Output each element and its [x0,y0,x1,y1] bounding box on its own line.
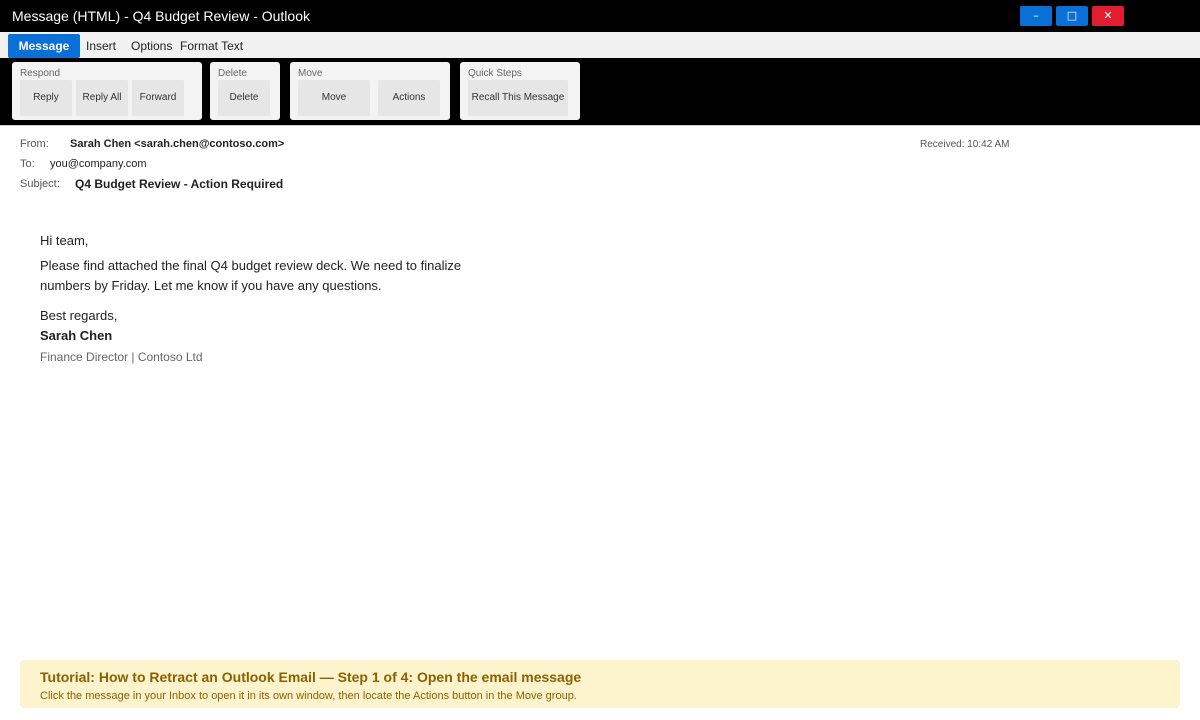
respond-group: Respond Reply Reply All Forward [12,62,202,120]
to-value[interactable]: you@company.com [50,158,147,170]
respond-group-label: Respond [20,68,61,79]
move-group: Move Move Actions [290,62,450,120]
to-label: To: [20,158,35,170]
maximize-button[interactable]: □ [1056,6,1088,26]
from-value[interactable]: Sarah Chen <sarah.chen@contoso.com> [70,138,284,150]
from-label: From: [20,138,49,150]
tutorial-title: Tutorial: How to Retract an Outlook Emai… [40,669,582,685]
quick-steps-group-label: Quick Steps [468,68,522,79]
move-button[interactable]: Move [298,80,370,116]
delete-group-label: Delete [218,68,247,79]
move-group-label: Move [298,68,323,79]
ribbon-divider [0,125,1200,126]
signature-role: Finance Director | Contoso Ltd [40,350,203,364]
signature-name: Sarah Chen [40,328,113,343]
body-line-1: Please find attached the final Q4 budget… [40,258,462,273]
forward-button[interactable]: Forward [132,80,184,116]
subject-value: Q4 Budget Review - Action Required [75,177,284,191]
tab-message[interactable]: Message [8,34,80,58]
reply-button[interactable]: Reply [20,80,72,116]
title-bar: Message (HTML) - Q4 Budget Review - Outl… [0,0,1200,32]
delete-group: Delete Delete [210,62,280,120]
close-button[interactable]: ✕ [1092,6,1124,26]
tutorial-description: Click the message in your Inbox to open … [40,690,577,702]
recall-message-button[interactable]: Recall This Message [468,80,568,116]
greeting: Hi team, [40,233,89,248]
quick-steps-group: Quick Steps Recall This Message [460,62,580,120]
tab-options[interactable]: Options [131,33,172,59]
subject-label: Subject: [20,178,60,190]
ribbon-tabs: Message Insert Options Format Text [0,32,1200,58]
actions-button[interactable]: Actions [378,80,440,116]
tab-format-text[interactable]: Format Text [180,33,243,59]
window-title: Message (HTML) - Q4 Budget Review - Outl… [12,8,310,24]
reply-all-button[interactable]: Reply All [76,80,128,116]
tutorial-banner: Tutorial: How to Retract an Outlook Emai… [20,660,1180,708]
body-line-2: numbers by Friday. Let me know if you ha… [40,278,382,293]
ribbon: Respond Reply Reply All Forward Delete D… [0,58,1200,125]
received-time: Received: 10:42 AM [920,139,1010,150]
closing: Best regards, [40,308,118,323]
tab-insert[interactable]: Insert [86,33,116,59]
delete-button[interactable]: Delete [218,80,270,116]
minimize-button[interactable]: – [1020,6,1052,26]
